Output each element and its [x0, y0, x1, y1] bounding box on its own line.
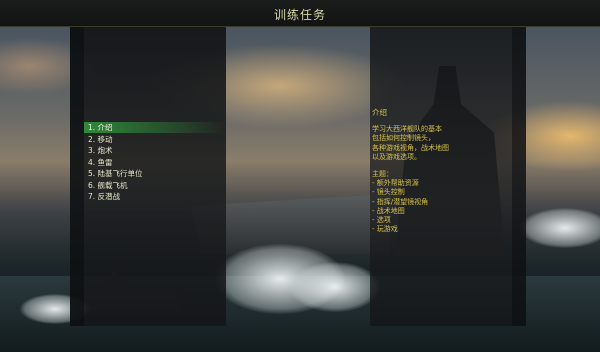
title-bar: 训练任务	[0, 0, 600, 27]
description-heading: 介绍	[372, 108, 387, 117]
description-panel-edge	[512, 26, 526, 326]
menu-item-anti-submarine[interactable]: 7. 反潜战	[84, 191, 226, 202]
menu-item-torpedoes[interactable]: 4. 鱼雷	[84, 157, 226, 168]
topic-item: - 玩游戏	[372, 225, 398, 234]
wave-spray	[290, 262, 380, 312]
menu-item-land-based-air[interactable]: 5. 陆基飞行单位	[84, 168, 226, 179]
mission-menu: 1. 介绍 2. 移动 3. 炮术 4. 鱼雷 5. 陆基飞行单位 6. 舰载飞…	[84, 122, 226, 203]
description-line: 各种游戏视角，战术地图	[372, 143, 449, 152]
window-title: 训练任务	[273, 8, 326, 22]
mission-description: 介绍 学习大西洋舰队的基本 包括如何控制镜头， 各种游戏视角，战术地图 以及游戏…	[372, 108, 512, 234]
menu-item-carrier-aircraft[interactable]: 6. 舰载飞机	[84, 180, 226, 191]
menu-item-movement[interactable]: 2. 移动	[84, 134, 226, 145]
menu-panel-edge	[70, 26, 84, 326]
topic-item: - 指挥/潜望镜视角	[372, 197, 429, 206]
description-line: 以及游戏选项。	[372, 152, 421, 161]
topic-item: - 镜头控制	[372, 188, 405, 197]
topic-item: - 选项	[372, 216, 391, 225]
description-paragraph: 学习大西洋舰队的基本 包括如何控制镜头， 各种游戏视角，战术地图 以及游戏选项。	[372, 125, 512, 162]
topic-item: - 战术地图	[372, 206, 405, 215]
menu-item-gunnery[interactable]: 3. 炮术	[84, 145, 226, 156]
topics-heading: 主题：	[372, 170, 393, 179]
distant-wave	[520, 208, 600, 248]
description-line: 包括如何控制镜头，	[372, 134, 435, 143]
menu-item-introduction[interactable]: 1. 介绍	[84, 122, 226, 133]
